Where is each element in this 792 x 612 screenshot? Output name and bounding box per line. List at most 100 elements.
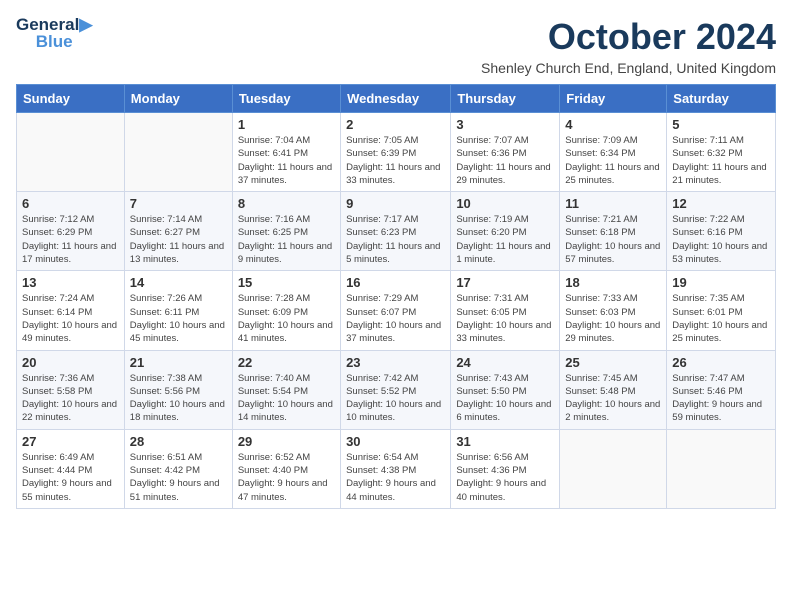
day-number: 29 [238,434,335,449]
calendar-cell: 11 Sunrise: 7:21 AMSunset: 6:18 PMDayligh… [560,192,667,271]
month-title: October 2024 [481,16,776,58]
day-info: Sunrise: 6:56 AMSunset: 4:36 PMDaylight:… [456,451,554,504]
calendar-cell: 31 Sunrise: 6:56 AMSunset: 4:36 PMDayligh… [451,429,560,508]
calendar-cell: 23 Sunrise: 7:42 AMSunset: 5:52 PMDayligh… [341,350,451,429]
day-info: Sunrise: 7:40 AMSunset: 5:54 PMDaylight:… [238,372,335,425]
day-number: 14 [130,275,227,290]
calendar-cell: 4 Sunrise: 7:09 AMSunset: 6:34 PMDaylight… [560,113,667,192]
calendar-cell: 30 Sunrise: 6:54 AMSunset: 4:38 PMDayligh… [341,429,451,508]
calendar-cell: 21 Sunrise: 7:38 AMSunset: 5:56 PMDayligh… [124,350,232,429]
calendar-cell [17,113,125,192]
day-info: Sunrise: 7:04 AMSunset: 6:41 PMDaylight:… [238,134,335,187]
day-number: 4 [565,117,661,132]
day-info: Sunrise: 6:51 AMSunset: 4:42 PMDaylight:… [130,451,227,504]
weekday-header-row: SundayMondayTuesdayWednesdayThursdayFrid… [17,85,776,113]
day-info: Sunrise: 7:31 AMSunset: 6:05 PMDaylight:… [456,292,554,345]
day-info: Sunrise: 7:21 AMSunset: 6:18 PMDaylight:… [565,213,661,266]
weekday-header-saturday: Saturday [667,85,776,113]
calendar-cell: 2Sunrise: 7:05 AMSunset: 6:39 PMDaylight… [341,113,451,192]
day-info: Sunrise: 7:45 AMSunset: 5:48 PMDaylight:… [565,372,661,425]
day-number: 16 [346,275,445,290]
day-info: Sunrise: 7:47 AMSunset: 5:46 PMDaylight:… [672,372,770,425]
day-info: Sunrise: 7:33 AMSunset: 6:03 PMDaylight:… [565,292,661,345]
day-info: Sunrise: 7:26 AMSunset: 6:11 PMDaylight:… [130,292,227,345]
day-info: Sunrise: 7:05 AMSunset: 6:39 PMDaylight:… [346,134,445,187]
calendar-week-3: 13 Sunrise: 7:24 AMSunset: 6:14 PMDayligh… [17,271,776,350]
day-info: Sunrise: 6:52 AMSunset: 4:40 PMDaylight:… [238,451,335,504]
calendar-cell: 19Sunrise: 7:35 AMSunset: 6:01 PMDayligh… [667,271,776,350]
day-number: 25 [565,355,661,370]
weekday-header-thursday: Thursday [451,85,560,113]
calendar-cell: 24Sunrise: 7:43 AMSunset: 5:50 PMDayligh… [451,350,560,429]
day-number: 15 [238,275,335,290]
calendar-cell: 1 Sunrise: 7:04 AMSunset: 6:41 PMDaylight… [232,113,340,192]
day-info: Sunrise: 7:07 AMSunset: 6:36 PMDaylight:… [456,134,554,187]
calendar-cell: 15 Sunrise: 7:28 AMSunset: 6:09 PMDayligh… [232,271,340,350]
day-number: 23 [346,355,445,370]
day-number: 26 [672,355,770,370]
calendar-cell: 29 Sunrise: 6:52 AMSunset: 4:40 PMDayligh… [232,429,340,508]
calendar-cell: 26 Sunrise: 7:47 AMSunset: 5:46 PMDayligh… [667,350,776,429]
day-number: 1 [238,117,335,132]
day-info: Sunrise: 7:43 AMSunset: 5:50 PMDaylight:… [456,372,554,425]
day-number: 7 [130,196,227,211]
weekday-header-tuesday: Tuesday [232,85,340,113]
day-number: 13 [22,275,119,290]
calendar-cell: 22Sunrise: 7:40 AMSunset: 5:54 PMDayligh… [232,350,340,429]
day-info: Sunrise: 7:12 AMSunset: 6:29 PMDaylight:… [22,213,119,266]
calendar-cell: 12 Sunrise: 7:22 AMSunset: 6:16 PMDayligh… [667,192,776,271]
day-info: Sunrise: 7:14 AMSunset: 6:27 PMDaylight:… [130,213,227,266]
calendar-cell [667,429,776,508]
title-section: October 2024 Shenley Church End, England… [481,16,776,76]
calendar-cell [560,429,667,508]
page-header: General▶ Blue October 2024 Shenley Churc… [16,16,776,76]
weekday-header-monday: Monday [124,85,232,113]
day-number: 17 [456,275,554,290]
weekday-header-wednesday: Wednesday [341,85,451,113]
weekday-header-friday: Friday [560,85,667,113]
calendar-week-2: 6 Sunrise: 7:12 AMSunset: 6:29 PMDaylight… [17,192,776,271]
day-number: 21 [130,355,227,370]
calendar-cell: 16Sunrise: 7:29 AMSunset: 6:07 PMDayligh… [341,271,451,350]
day-info: Sunrise: 7:42 AMSunset: 5:52 PMDaylight:… [346,372,445,425]
day-info: Sunrise: 7:36 AMSunset: 5:58 PMDaylight:… [22,372,119,425]
calendar-cell: 10Sunrise: 7:19 AMSunset: 6:20 PMDayligh… [451,192,560,271]
day-number: 6 [22,196,119,211]
logo: General▶ Blue [16,16,92,51]
calendar-cell: 18 Sunrise: 7:33 AMSunset: 6:03 PMDayligh… [560,271,667,350]
day-number: 8 [238,196,335,211]
day-info: Sunrise: 7:22 AMSunset: 6:16 PMDaylight:… [672,213,770,266]
calendar-cell: 20 Sunrise: 7:36 AMSunset: 5:58 PMDayligh… [17,350,125,429]
day-number: 18 [565,275,661,290]
day-number: 11 [565,196,661,211]
day-info: Sunrise: 7:38 AMSunset: 5:56 PMDaylight:… [130,372,227,425]
calendar-header: SundayMondayTuesdayWednesdayThursdayFrid… [17,85,776,113]
day-number: 9 [346,196,445,211]
calendar-cell: 6 Sunrise: 7:12 AMSunset: 6:29 PMDaylight… [17,192,125,271]
day-info: Sunrise: 7:09 AMSunset: 6:34 PMDaylight:… [565,134,661,187]
day-number: 10 [456,196,554,211]
calendar-cell [124,113,232,192]
calendar-cell: 9Sunrise: 7:17 AMSunset: 6:23 PMDaylight… [341,192,451,271]
day-info: Sunrise: 6:54 AMSunset: 4:38 PMDaylight:… [346,451,445,504]
location-subtitle: Shenley Church End, England, United King… [481,60,776,76]
calendar-cell: 27Sunrise: 6:49 AMSunset: 4:44 PMDayligh… [17,429,125,508]
calendar-cell: 3 Sunrise: 7:07 AMSunset: 6:36 PMDaylight… [451,113,560,192]
day-info: Sunrise: 7:24 AMSunset: 6:14 PMDaylight:… [22,292,119,345]
day-info: Sunrise: 7:35 AMSunset: 6:01 PMDaylight:… [672,292,770,345]
day-number: 31 [456,434,554,449]
day-info: Sunrise: 7:28 AMSunset: 6:09 PMDaylight:… [238,292,335,345]
calendar-week-1: 1 Sunrise: 7:04 AMSunset: 6:41 PMDaylight… [17,113,776,192]
day-number: 20 [22,355,119,370]
day-number: 12 [672,196,770,211]
calendar-week-5: 27Sunrise: 6:49 AMSunset: 4:44 PMDayligh… [17,429,776,508]
day-info: Sunrise: 7:16 AMSunset: 6:25 PMDaylight:… [238,213,335,266]
calendar-cell: 13 Sunrise: 7:24 AMSunset: 6:14 PMDayligh… [17,271,125,350]
day-info: Sunrise: 7:11 AMSunset: 6:32 PMDaylight:… [672,134,770,187]
day-number: 30 [346,434,445,449]
day-number: 3 [456,117,554,132]
day-number: 27 [22,434,119,449]
day-number: 5 [672,117,770,132]
weekday-header-sunday: Sunday [17,85,125,113]
calendar-cell: 7 Sunrise: 7:14 AMSunset: 6:27 PMDaylight… [124,192,232,271]
